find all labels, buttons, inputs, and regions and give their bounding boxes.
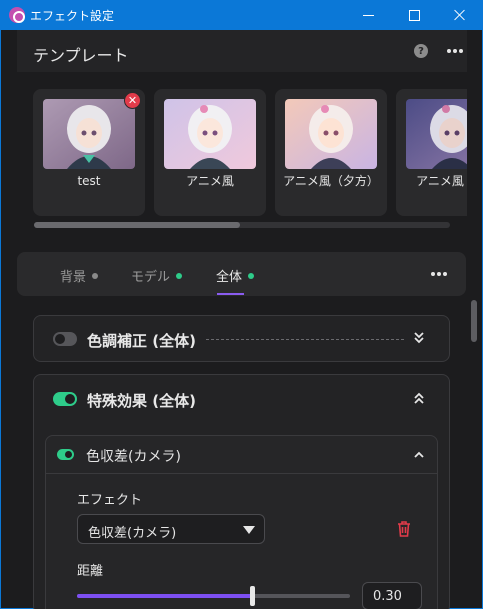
section-color-correction[interactable]: 色調補正 (全体) [33,315,450,362]
collapse-chevron-icon[interactable] [412,391,426,405]
window-title: エフェクト設定 [30,9,115,23]
tab-background[interactable]: 背景 [60,266,99,285]
effect-toggle[interactable] [57,449,74,460]
template-card-anime-night[interactable]: アニメ風（夜 [396,89,467,216]
tab-status-dot [248,272,255,279]
color-correction-toggle[interactable] [53,332,77,346]
help-icon[interactable]: ? [414,44,428,58]
maximize-button[interactable] [391,0,437,30]
more-options-icon[interactable] [447,43,463,59]
effect-select-value: 色収差(カメラ) [88,526,177,541]
category-tabs: 背景 モデル 全体 [17,252,466,296]
content-scrollbar-thumb[interactable] [471,300,477,342]
special-effects-toggle[interactable] [53,392,77,406]
effect-field-label: エフェクト [77,493,143,508]
trash-icon[interactable] [397,521,411,537]
template-strip: test ✕ アニメ風 アニメ風（夕方） アニメ風 [17,72,467,234]
template-thumbnail [164,99,256,169]
tab-label: モデル [131,270,171,285]
distance-slider-handle[interactable] [249,586,255,606]
template-thumbnail [43,99,135,169]
window-border-left [0,30,1,609]
template-scrollbar[interactable] [34,222,450,228]
tab-label: 背景 [60,270,87,285]
template-thumbnail [285,99,377,169]
template-label: アニメ風（夜 [416,174,467,188]
content-scrollbar[interactable] [471,300,477,609]
template-card-anime[interactable]: アニメ風 [154,89,266,216]
collapse-chevron-icon[interactable] [412,448,426,462]
minimize-icon [362,14,374,16]
minimize-button[interactable] [345,0,391,30]
distance-field-label: 距離 [77,564,104,579]
window-titlebar: エフェクト設定 [0,0,483,30]
section-special-effects: 特殊効果 (全体) 色収差(カメラ) エフェクト 色収差(カメラ) 距離 0.3… [33,374,450,609]
distance-value-input[interactable]: 0.30 [362,582,422,609]
template-scrollbar-thumb[interactable] [34,222,240,228]
effect-title: 色収差(カメラ) [86,449,181,465]
effect-card-chromatic-aberration: 色収差(カメラ) エフェクト 色収差(カメラ) 距離 0.30 [45,435,438,609]
expand-chevron-icon[interactable] [412,331,426,345]
template-card-anime-evening[interactable]: アニメ風（夕方） [275,89,387,216]
section-divider [206,339,404,340]
template-label: アニメ風（夕方） [283,174,379,188]
tab-status-dot [92,272,99,279]
app-icon [9,7,25,23]
section-title: 色調補正 (全体) [87,332,196,350]
effect-card-header[interactable]: 色収差(カメラ) [46,436,437,474]
template-header: テンプレート ? [17,30,467,72]
tab-model[interactable]: モデル [131,266,183,285]
template-thumbnail [406,99,467,169]
page-title: テンプレート [33,46,129,65]
template-card-test[interactable]: test ✕ [33,89,145,216]
delete-template-icon[interactable]: ✕ [124,92,141,109]
tab-status-dot [176,272,183,279]
tab-all[interactable]: 全体 [216,266,255,285]
distance-value: 0.30 [373,589,402,604]
close-button[interactable] [437,0,483,30]
effect-select[interactable]: 色収差(カメラ) [77,514,265,544]
distance-slider-fill [77,594,252,598]
maximize-icon [408,9,420,21]
caret-down-icon [243,526,255,534]
tabs-more-icon[interactable] [431,271,447,276]
distance-slider[interactable] [77,586,350,606]
section-title: 特殊効果 (全体) [87,392,196,410]
close-icon [454,9,466,21]
template-label: test [77,174,101,188]
tab-label: 全体 [216,270,243,285]
template-label: アニメ風 [186,174,234,188]
active-tab-indicator [217,293,244,295]
